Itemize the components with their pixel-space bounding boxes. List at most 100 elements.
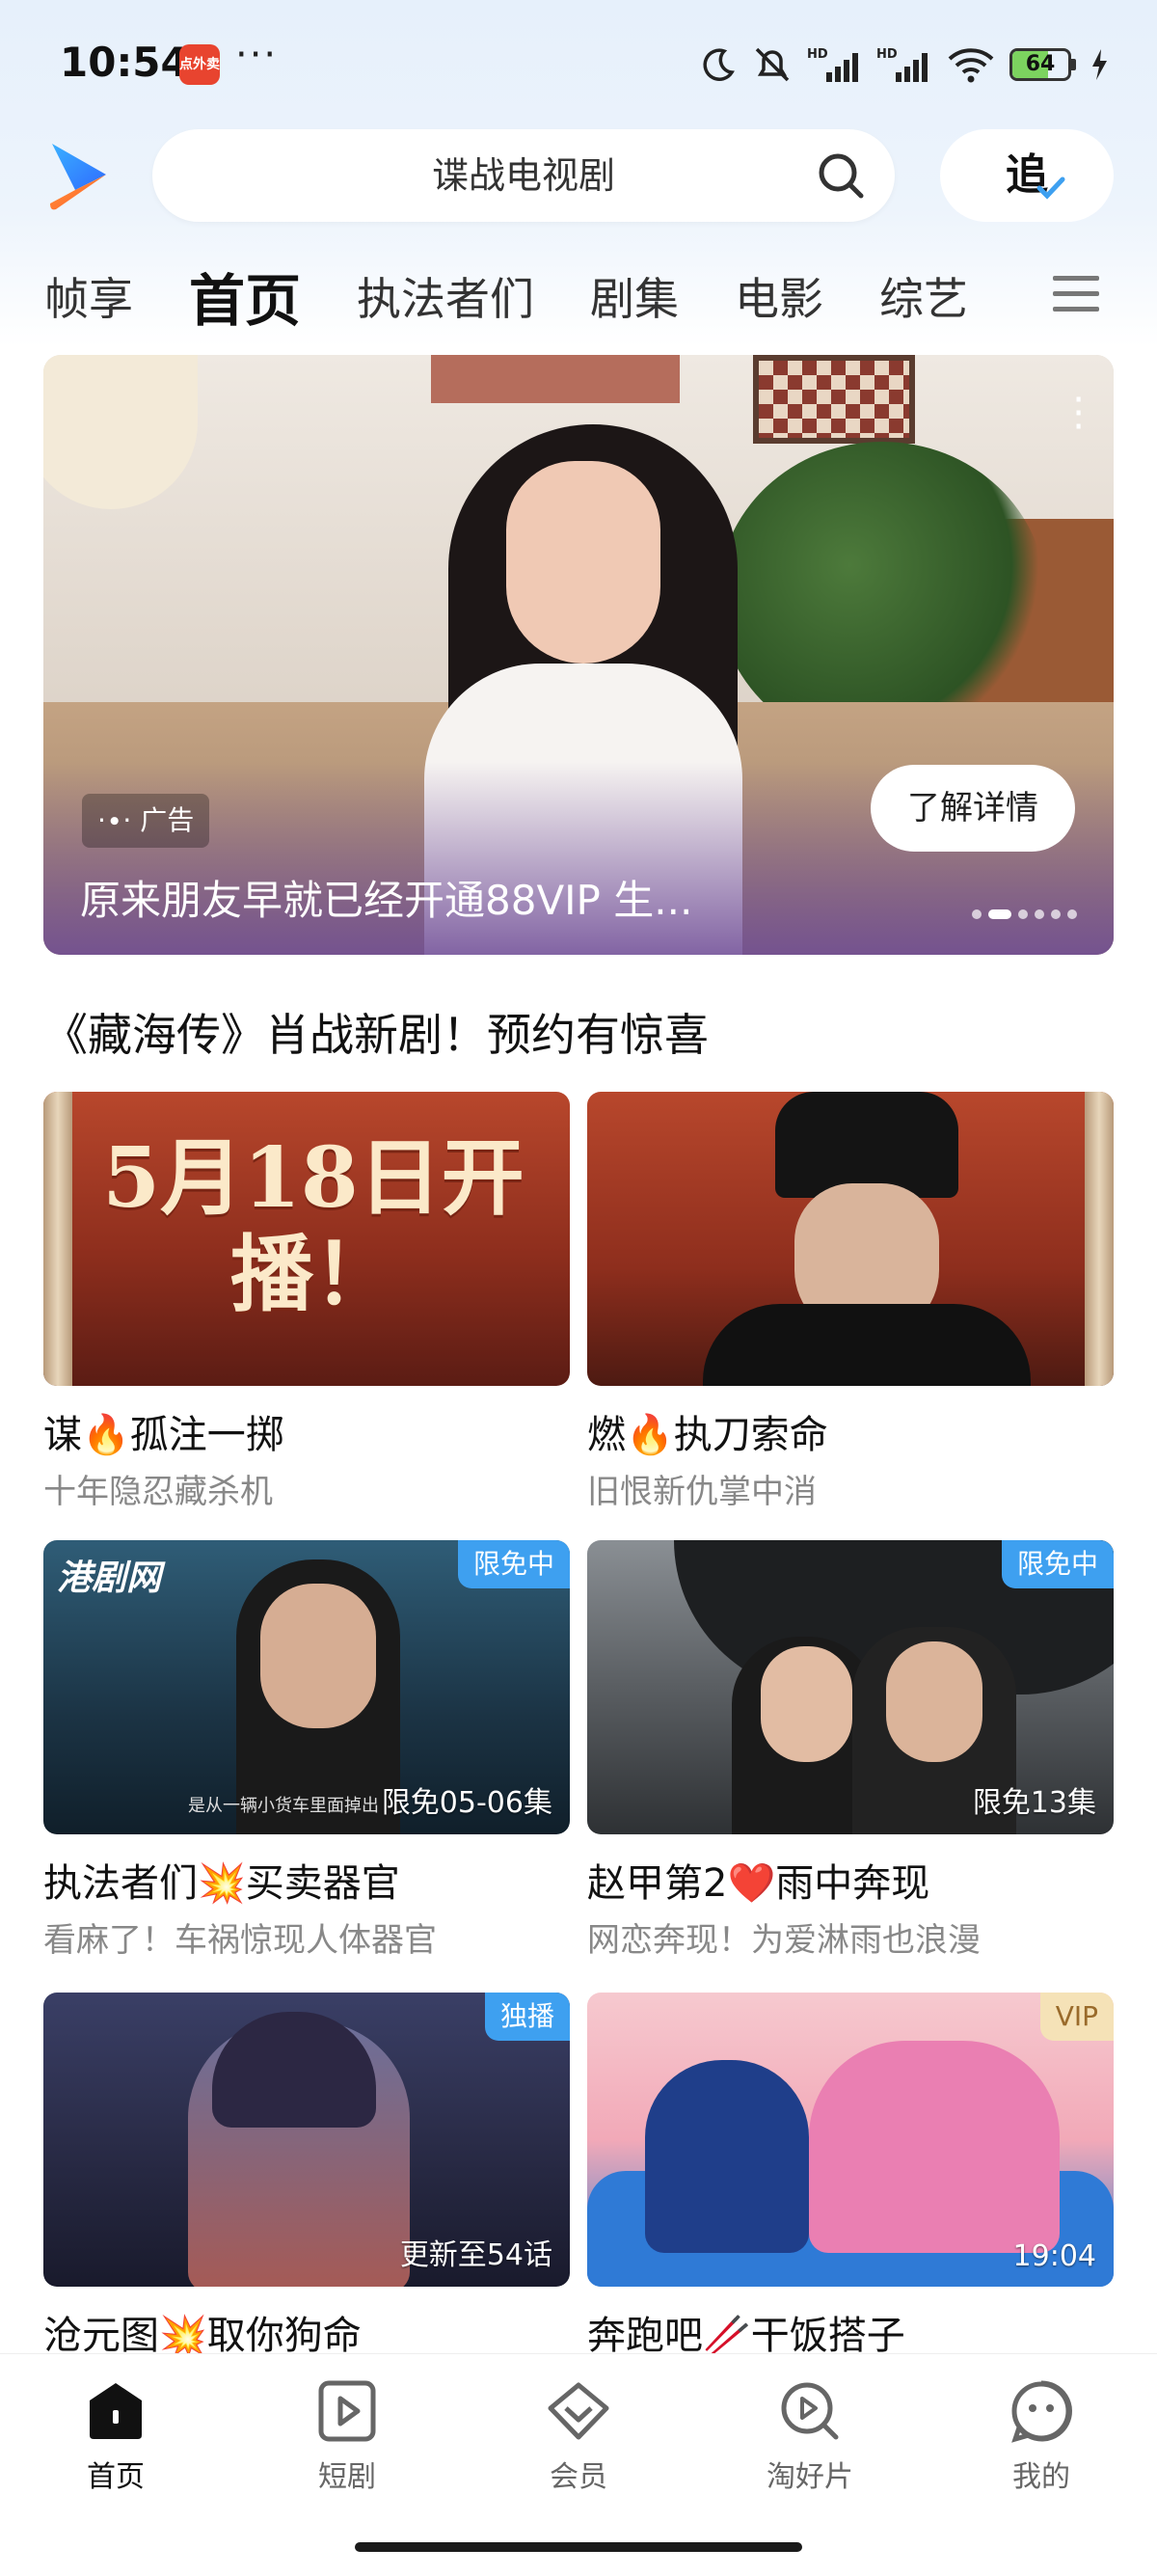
hero-banner-ad[interactable]: · · · ·∙· 广告 了解详情 原来朋友早就已经开通88VIP 生... [43,355,1114,955]
page-dot [988,909,1011,919]
notification-app-icon: 点外卖 [179,44,220,85]
video-title[interactable]: 奔跑吧🥢干饭搭子 [587,2304,1114,2360]
nav-label: 淘好片 [767,2460,853,2494]
profile-icon [1011,2380,1072,2443]
video-subtitle: 十年隐忍藏杀机 [43,1473,273,1511]
page-dot [972,909,982,919]
video-subtitle: 旧恨新仇掌中消 [587,1473,817,1511]
menu-icon[interactable] [1051,272,1101,316]
video-thumbnail[interactable]: 港剧网 是从一辆小货车里面掉出 限免中 限免05-06集 [43,1540,570,1834]
poster-robe [703,1304,1031,1386]
bell-off-icon [755,47,790,82]
category-tabs: 帧享 首页 执法者们 剧集 电影 综艺 [44,253,1024,339]
video-title[interactable]: 沧元图💥取你狗命 [43,2304,570,2360]
banner-title: 原来朋友早就已经开通88VIP 生... [80,877,693,924]
nav-discover[interactable]: 淘好片 [733,2377,887,2495]
svg-text:HD: HD [876,47,898,62]
banner-person-face [506,461,660,664]
ad-label: ·∙· 广告 [82,794,210,848]
nav-vip[interactable]: 会员 [501,2377,656,2495]
poster-hat [775,1092,958,1198]
video-thumbnail[interactable]: VIP 19:04 [587,1993,1114,2287]
page-dot [1067,909,1077,919]
search-icon[interactable] [816,150,866,201]
video-card[interactable]: 燃🔥执刀索命 旧恨新仇掌中消 [587,1092,1114,1512]
discover-icon [781,2382,839,2440]
nav-home[interactable]: 首页 [39,2377,193,2495]
vip-diamond-icon [548,2382,609,2440]
status-icons: HD HD 64 [699,41,1109,89]
tab-home[interactable]: 首页 [189,256,301,337]
video-subtitle: 网恋奔现！为爱淋雨也浪漫 [587,1921,981,1960]
video-title[interactable]: 谋🔥孤注一掷 [43,1403,570,1459]
exclusive-badge: 独播 [484,1993,570,2041]
signal-hd-icon: HD [807,47,858,82]
status-bar: 10:54 点外卖 ··· HD HD 64 [0,0,1157,125]
banner-page-indicator [972,909,1077,919]
video-subtitle: 看麻了！车祸惊现人体器官 [43,1921,437,1960]
video-card[interactable]: 5月18日开播！ 谋🔥孤注一掷 十年隐忍藏杀机 [43,1092,570,1512]
svg-text:HD: HD [807,47,828,62]
page-dot [1035,909,1044,919]
poster-person [809,2041,1060,2253]
learn-more-button[interactable]: 了解详情 [871,765,1075,852]
video-title[interactable]: 执法者们💥买卖器官 [43,1852,570,1908]
video-thumbnail[interactable]: 限免中 限免13集 [587,1540,1114,1834]
poster-person [645,2060,809,2253]
battery-percent: 64 [1025,52,1056,76]
scroll-ornament [1085,1092,1114,1386]
tab-enforcers[interactable]: 执法者们 [357,264,534,328]
episode-label: 更新至54话 [399,2238,552,2272]
tab-series[interactable]: 剧集 [590,264,679,328]
nav-profile[interactable]: 我的 [964,2377,1118,2495]
nav-label: 会员 [550,2460,607,2494]
free-badge: 限免中 [1001,1540,1114,1588]
home-indicator[interactable] [355,2542,802,2552]
free-badge: 限免中 [457,1540,570,1588]
vip-badge: VIP [1039,1993,1114,2041]
nav-label: 短剧 [318,2460,376,2494]
section-title: 《藏海传》肖战新剧！预约有惊喜 [43,1009,709,1061]
banner-frame [431,355,680,403]
more-vertical-icon[interactable]: · · · [1072,381,1085,447]
status-time: 10:54 [60,39,189,86]
battery-icon: 64 [1009,48,1076,81]
ad-sound-icon: ·∙· [97,804,132,836]
search-input[interactable]: 谍战电视剧 [152,129,895,222]
charging-icon [1092,49,1107,80]
signal-hd-icon: HD [876,47,928,82]
page-dot [1051,909,1061,919]
poster-face [260,1584,376,1728]
nav-short-drama[interactable]: 短剧 [270,2377,424,2495]
video-card[interactable]: 港剧网 是从一辆小货车里面掉出 限免中 限免05-06集 执法者们💥买卖器官 看… [43,1540,570,1961]
poster-face [761,1646,852,1762]
moon-icon [703,48,735,81]
poster-text: 5月18日开播！ [102,1129,525,1323]
video-card[interactable]: 限免中 限免13集 赵甲第2❤️雨中奔现 网恋奔现！为爱淋雨也浪漫 [587,1540,1114,1961]
tab-movies[interactable]: 电影 [735,264,823,328]
app-logo-icon[interactable] [46,140,112,213]
follow-list-button[interactable]: 追 [940,129,1114,222]
video-thumbnail[interactable]: 5月18日开播！ [43,1092,570,1386]
video-title[interactable]: 燃🔥执刀索命 [587,1403,1114,1459]
channel-logo: 港剧网 [57,1559,162,1598]
home-icon [90,2383,142,2439]
wifi-icon [948,48,994,83]
nav-label: 首页 [87,2460,145,2494]
nav-label: 我的 [1012,2460,1070,2494]
poster-face [886,1641,982,1762]
tab-zhenxiang[interactable]: 帧享 [44,264,133,328]
video-card[interactable]: 独播 更新至54话 沧元图💥取你狗命 [43,1993,570,2360]
check-icon [1036,176,1065,200]
scroll-ornament [43,1092,72,1386]
video-thumbnail[interactable]: 独播 更新至54话 [43,1993,570,2287]
video-thumbnail[interactable] [587,1092,1114,1386]
search-bar[interactable]: 谍战电视剧 [152,129,895,222]
video-title[interactable]: 赵甲第2❤️雨中奔现 [587,1852,1114,1908]
episode-label: 限免13集 [972,1786,1096,1820]
video-card[interactable]: VIP 19:04 奔跑吧🥢干饭搭子 [587,1993,1114,2360]
ad-label-text: 广告 [140,804,195,836]
episode-label: 限免05-06集 [381,1786,552,1820]
tab-variety[interactable]: 综艺 [879,264,968,328]
short-drama-icon [318,2380,376,2442]
